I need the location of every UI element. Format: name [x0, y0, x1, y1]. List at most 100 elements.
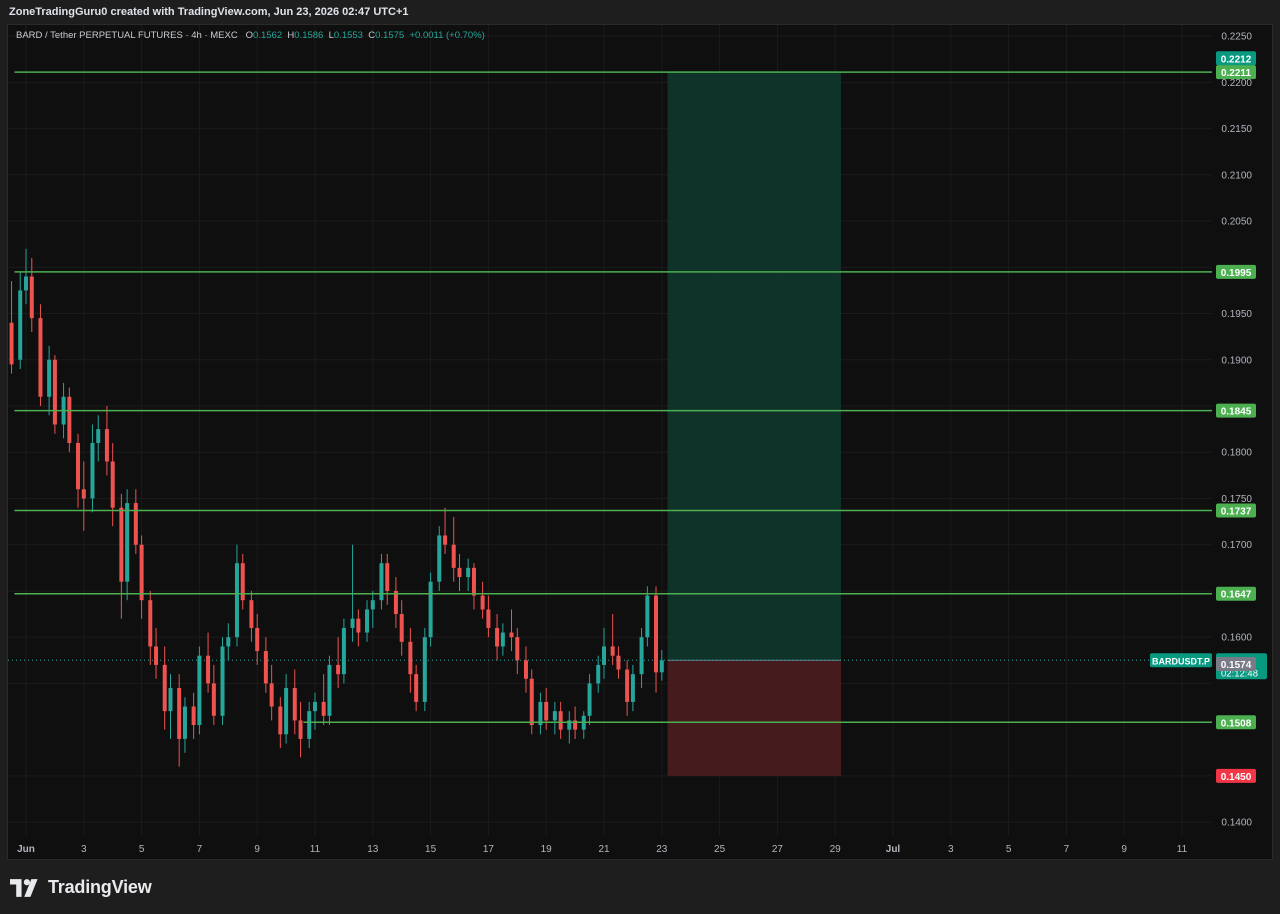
candle-body: [125, 503, 130, 582]
candle-body: [523, 660, 528, 679]
stop-zone: [667, 660, 841, 776]
candle-body: [596, 664, 601, 684]
y-axis-tick-label: 0.2150: [1221, 124, 1252, 135]
candle-body: [341, 627, 346, 675]
x-axis-tick-label: 3: [948, 844, 954, 855]
x-axis-tick-label: 3: [81, 844, 87, 855]
x-axis-tick-label: 23: [656, 844, 668, 855]
y-axis-tick-label: 0.1600: [1221, 633, 1252, 644]
candle-body: [457, 567, 462, 578]
candle-body: [379, 563, 384, 601]
price-axis-label: 0.2212: [1221, 54, 1252, 65]
open-value: 0.1562: [253, 30, 283, 41]
candle-body: [552, 711, 557, 721]
candle-body: [255, 627, 260, 652]
candle-body: [119, 507, 124, 582]
candle-body: [471, 567, 476, 596]
candle-body: [234, 563, 239, 638]
candle-body: [327, 664, 332, 716]
candlestick-chart[interactable]: 0.2250 0.2200 0.2150 0.2100 0.2050 0.1950 0.19…: [0, 0, 1280, 862]
candle-body: [443, 535, 448, 545]
candle-body: [625, 669, 630, 702]
price-axis-label: 0.1508: [1221, 718, 1252, 729]
candle-body: [298, 720, 303, 739]
candle-body: [529, 678, 534, 726]
y-axis-tick-label: 0.2050: [1221, 217, 1252, 228]
candle-body: [399, 614, 404, 642]
x-axis-tick-label: 19: [541, 844, 553, 855]
candle-body: [211, 683, 216, 716]
x-axis-tick-label: 5: [139, 844, 145, 855]
candle-body: [67, 396, 72, 443]
low-value: 0.1553: [333, 30, 363, 41]
candle-body: [428, 581, 433, 638]
candle-body: [191, 706, 196, 726]
y-axis-tick-label: 0.1400: [1221, 818, 1252, 829]
x-axis-tick-label: Jul: [886, 844, 901, 855]
candle-body: [168, 688, 173, 712]
candle-body: [197, 655, 202, 726]
x-axis-tick-label: 29: [830, 844, 842, 855]
candle-body: [356, 618, 361, 633]
y-axis-tick-label: 0.1750: [1221, 494, 1252, 505]
y-axis-tick-label: 0.2250: [1221, 32, 1252, 43]
candle-body: [659, 660, 664, 673]
x-axis-tick-label: 15: [425, 844, 437, 855]
y-axis-tick-label: 0.2200: [1221, 78, 1252, 89]
candle-body: [654, 595, 659, 673]
x-axis-tick-label: 9: [1121, 844, 1127, 855]
candle-body: [220, 646, 225, 716]
candle-body: [365, 609, 370, 633]
last-price-symbol: BARDUSDT.P: [1152, 656, 1210, 666]
candle-body: [249, 600, 254, 628]
y-axis-tick-label: 0.1800: [1221, 448, 1252, 459]
candle-body: [206, 655, 211, 684]
candle-body: [139, 544, 144, 601]
candle-body: [313, 701, 317, 712]
candle-body: [422, 637, 427, 702]
high-value: 0.1586: [294, 30, 324, 41]
x-axis-tick-label: Jun: [17, 844, 35, 855]
candle-body: [610, 646, 615, 656]
tradingview-logo[interactable]: TradingView: [10, 877, 152, 898]
candle-body: [385, 563, 390, 591]
change-value: +0.0011 (+0.70%): [409, 30, 485, 41]
candle-body: [616, 655, 621, 670]
candle-body: [133, 503, 138, 545]
candle-body: [52, 359, 57, 425]
candle-body: [292, 688, 297, 721]
candle-body: [437, 535, 442, 582]
x-axis-tick-label: 7: [197, 844, 203, 855]
candle-body: [278, 706, 283, 735]
tradingview-logo-icon: [10, 878, 38, 897]
candle-body: [645, 595, 650, 638]
candle-body: [9, 322, 14, 365]
symbol-legend: BARD / Tether PERPETUAL FUTURES · 4h · M…: [16, 30, 485, 41]
price-axis-label: 0.1737: [1221, 506, 1252, 517]
candle-body: [148, 600, 153, 647]
price-axis-label: 0.1845: [1221, 407, 1252, 418]
x-axis-tick-label: 13: [367, 844, 379, 855]
y-axis-tick-label: 0.1950: [1221, 309, 1252, 320]
candle-body: [307, 711, 312, 739]
candle-body: [466, 567, 471, 578]
candle-body: [18, 290, 23, 360]
candle-body: [81, 489, 86, 499]
candle-body: [408, 641, 413, 675]
candle-body: [162, 664, 167, 712]
x-axis-tick-label: 9: [254, 844, 260, 855]
x-axis-tick-label: 11: [1177, 844, 1188, 855]
candle-body: [226, 637, 231, 647]
x-axis-tick-label: 11: [310, 844, 321, 855]
tradingview-wordmark: TradingView: [48, 877, 152, 897]
x-axis-tick-label: 27: [772, 844, 784, 855]
candle-body: [240, 563, 245, 601]
candle-body: [269, 683, 274, 707]
candle-body: [602, 646, 606, 665]
x-axis-tick-label: 17: [483, 844, 495, 855]
candle-body: [509, 632, 514, 638]
candle-body: [486, 609, 491, 628]
candle-body: [263, 651, 268, 684]
open-label: O: [245, 30, 254, 41]
candle-body: [495, 627, 500, 647]
